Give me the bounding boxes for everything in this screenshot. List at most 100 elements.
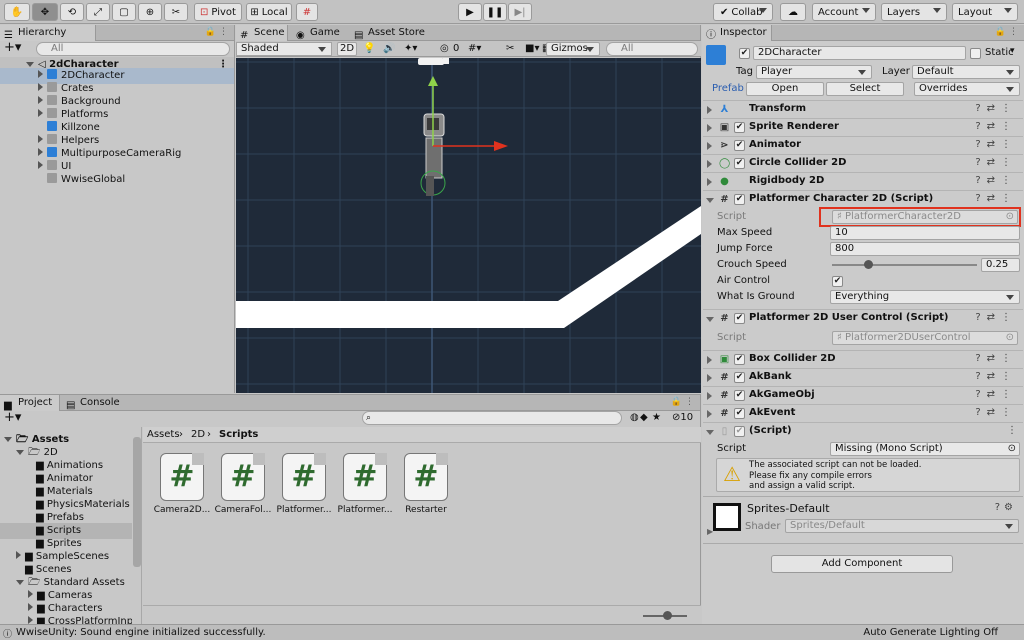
audio-icon[interactable]: 🔊	[383, 43, 395, 54]
what-is-ground-dropdown[interactable]: Everything	[830, 290, 1020, 304]
component-header-icons[interactable]: ?⇄⋮	[975, 121, 1017, 132]
rect-tool-button[interactable]: ▢	[112, 3, 136, 21]
hand-tool-button[interactable]: ✋	[4, 3, 30, 21]
tab-console[interactable]: ▤ Console	[62, 395, 122, 411]
component-akgameobj[interactable]: # ✔ AkGameObj ?⇄⋮	[703, 386, 1023, 404]
script-file-icon[interactable]: #	[343, 453, 387, 501]
panel-menu-icon[interactable]: 🔒 ⋮	[995, 27, 1018, 37]
project-create-button[interactable]: +▾	[4, 411, 21, 425]
component-header-icons[interactable]: ?⇄⋮	[975, 175, 1017, 186]
object-picker-icon[interactable]: ⊙	[1008, 443, 1016, 455]
tag-icon[interactable]: ◆	[640, 412, 648, 423]
breadcrumb-scripts[interactable]: Scripts	[219, 429, 258, 440]
component-box-collider[interactable]: ▣ ✔ Box Collider 2D ?⇄⋮	[703, 350, 1023, 368]
component-enabled-checkbox[interactable]: ✔	[734, 372, 745, 383]
account-dropdown[interactable]: Account	[812, 3, 876, 21]
component-enabled-checkbox[interactable]: ✔	[734, 140, 745, 151]
hierarchy-item-wwiseglobal[interactable]: WwiseGlobal	[0, 172, 125, 188]
component-header-icons[interactable]: ?⇄⋮	[975, 103, 1017, 114]
panel-menu-icon[interactable]: 🔒 ⋮	[205, 27, 228, 37]
layer-dropdown[interactable]: Default	[912, 65, 1020, 79]
tab-game[interactable]: ◉ Game	[292, 25, 342, 41]
collab-dropdown[interactable]: ✔ Collab	[713, 3, 773, 21]
filter-type-icon[interactable]: ◍	[630, 412, 639, 423]
component-animator[interactable]: ⋗ ✔ Animator ?⇄⋮	[703, 136, 1023, 154]
object-name-input[interactable]: 2DCharacter	[753, 46, 966, 60]
scene-canvas[interactable]	[236, 58, 701, 393]
pause-button[interactable]: ❚❚	[483, 3, 507, 21]
project-search-input[interactable]: ⌕	[362, 411, 622, 425]
script-file-icon[interactable]: #	[282, 453, 326, 501]
component-enabled-checkbox[interactable]: ✔	[734, 194, 745, 205]
missing-script-field[interactable]: Missing (Mono Script) ⊙	[830, 442, 1020, 456]
scene-search-input[interactable]: All	[606, 42, 698, 56]
grid-toggle-icon[interactable]: #▾	[468, 43, 481, 54]
tree-scrollbar[interactable]	[133, 437, 141, 567]
local-toggle[interactable]: ⊞ Local	[246, 3, 292, 21]
tab-asset-store[interactable]: ▤ Asset Store	[350, 25, 430, 41]
component-header-icons[interactable]: ?⇄⋮	[975, 193, 1017, 204]
component-header-icons[interactable]: ?⇄⋮	[975, 371, 1017, 382]
component-enabled-checkbox[interactable]: ✔	[734, 408, 745, 419]
icon-size-slider-thumb[interactable]	[663, 611, 672, 620]
pivot-toggle[interactable]: ⊡ Pivot	[194, 3, 242, 21]
add-component-button[interactable]: Add Component	[771, 555, 953, 573]
material-preview[interactable]	[713, 503, 741, 531]
max-speed-input[interactable]: 10	[830, 226, 1020, 240]
component-header-icons[interactable]: ?⇄⋮	[975, 407, 1017, 418]
tag-dropdown[interactable]: Player	[756, 65, 872, 79]
layers-dropdown[interactable]: Layers	[881, 3, 947, 21]
layout-dropdown[interactable]: Layout	[952, 3, 1018, 21]
script-file-icon[interactable]: #	[221, 453, 265, 501]
crouch-speed-input[interactable]: 0.25	[981, 258, 1020, 272]
effects-icon[interactable]: ✦▾	[404, 43, 417, 54]
static-checkbox[interactable]	[970, 48, 981, 59]
status-message[interactable]: WwiseUnity: Sound engine initialized suc…	[16, 627, 266, 638]
component-enabled-checkbox[interactable]: ✔	[734, 426, 745, 437]
component-header-icons[interactable]: ?⇄⋮	[975, 139, 1017, 150]
prefab-overrides-dropdown[interactable]: Overrides	[914, 82, 1020, 96]
component-header-icons[interactable]: ?⇄⋮	[975, 353, 1017, 364]
user-control-script-field[interactable]: ♯ Platformer2DUserControl ⊙	[832, 331, 1018, 345]
static-dropdown-icon[interactable]: ▾	[1010, 46, 1015, 56]
air-control-checkbox[interactable]: ✔	[832, 276, 843, 287]
tab-project[interactable]: ▆ Project	[0, 395, 60, 411]
component-akbank[interactable]: # ✔ AkBank ?⇄⋮	[703, 368, 1023, 386]
hidden-packages-icon[interactable]: ⊘10	[672, 412, 693, 423]
script-file-icon[interactable]: #	[404, 453, 448, 501]
lighting-icon[interactable]: 💡	[363, 43, 375, 54]
script-file-icon[interactable]: #	[160, 453, 204, 501]
grid-snap-button[interactable]: #	[296, 3, 318, 21]
component-enabled-checkbox[interactable]: ✔	[734, 354, 745, 365]
component-enabled-checkbox[interactable]: ✔	[734, 158, 745, 169]
component-sprite-renderer[interactable]: ▣ ✔ Sprite Renderer ?⇄⋮	[703, 118, 1023, 136]
component-enabled-checkbox[interactable]: ✔	[734, 390, 745, 401]
shading-dropdown[interactable]: Shaded	[236, 42, 332, 56]
tools-icon[interactable]: ✂	[506, 43, 514, 54]
custom-tool-button[interactable]: ✂	[164, 3, 188, 21]
tab-inspector[interactable]: ⓘ Inspector	[702, 25, 772, 41]
prefab-select-button[interactable]: Select	[826, 82, 904, 96]
object-picker-icon[interactable]: ⊙	[1006, 332, 1014, 344]
expand-arrow-icon[interactable]: ▶	[707, 527, 713, 536]
component-header-icons[interactable]: ?⇄⋮	[975, 389, 1017, 400]
component-enabled-checkbox[interactable]: ✔	[734, 313, 745, 324]
create-button[interactable]: +▾	[4, 41, 21, 55]
cloud-button[interactable]: ☁	[780, 3, 806, 21]
component-akevent[interactable]: # ✔ AkEvent ?⇄⋮	[703, 404, 1023, 422]
component-platformer-character[interactable]: # ✔ Platformer Character 2D (Script) ?⇄⋮	[703, 190, 1023, 208]
component-enabled-checkbox[interactable]: ✔	[734, 122, 745, 133]
jump-force-input[interactable]: 800	[830, 242, 1020, 256]
component-circle-collider[interactable]: ◯ ✔ Circle Collider 2D ?⇄⋮	[703, 154, 1023, 172]
scale-tool-button[interactable]: ⤢	[86, 3, 110, 21]
active-checkbox[interactable]: ✔	[739, 48, 750, 59]
transform-tool-button[interactable]: ⊕	[138, 3, 162, 21]
breadcrumb-2d[interactable]: 2D	[191, 429, 205, 440]
component-transform[interactable]: ⅄ Transform ?⇄⋮	[703, 100, 1023, 118]
material-header-icons[interactable]: ?⚙	[995, 502, 1017, 513]
play-button[interactable]: ▶	[458, 3, 482, 21]
prefab-open-button[interactable]: Open	[746, 82, 824, 96]
component-rigidbody[interactable]: ● Rigidbody 2D ?⇄⋮	[703, 172, 1023, 190]
rotate-tool-button[interactable]: ⟲	[60, 3, 84, 21]
hidden-objects-icon[interactable]: ◎	[440, 43, 449, 54]
